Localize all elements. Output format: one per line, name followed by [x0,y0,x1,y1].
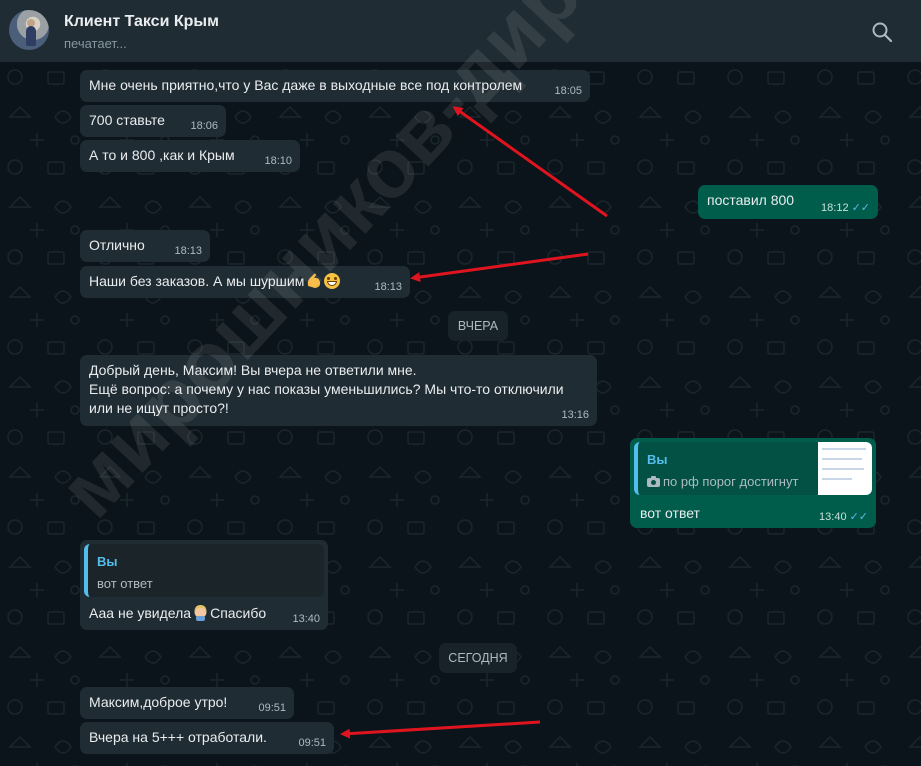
message-text: Мне очень приятно,что у Вас даже в выход… [89,77,523,93]
quoted-message[interactable]: Вы по рф порог достигнут [634,442,872,495]
message-text-line: Ещё вопрос: а почему у нас показы уменьш… [89,381,564,397]
date-separator: СЕГОДНЯ [439,643,517,673]
message-incoming[interactable]: Максим,доброе утро! 09:51 [80,687,294,719]
quote-text: по рф порог достигнут [647,472,798,491]
search-button[interactable] [868,18,896,46]
quoted-image-thumbnail [818,442,872,495]
search-icon [872,22,893,43]
message-time: 18:12 ✓✓ [821,202,870,214]
date-separator: ВЧЕРА [448,311,508,341]
flexed-biceps-icon [308,273,321,288]
message-time: 18:05 [554,85,582,97]
message-incoming[interactable]: Отлично 18:13 [80,230,210,262]
message-outgoing-reply[interactable]: Вы по рф порог достигнут вот ответ 13:40… [630,438,876,528]
message-text: А то и 800 ,как и Крым [89,147,235,163]
message-time: 18:10 [264,155,292,167]
message-incoming[interactable]: Мне очень приятно,что у Вас даже в выход… [80,70,590,102]
chat-header: Клиент Такси Крым печатает... [0,0,921,62]
woman-facepalming-icon [194,605,207,621]
message-incoming[interactable]: Вчера на 5+++ отработали. 09:51 [80,722,334,754]
message-time: 13:40 [292,613,320,625]
message-time: 18:06 [190,120,218,132]
message-incoming[interactable]: Наши без заказов. А мы шуршим 18:13 [80,266,410,298]
message-outgoing[interactable]: поставил 800 18:12 ✓✓ [698,185,878,219]
quote-author: Вы [647,452,668,467]
typing-status: печатает... [64,36,127,51]
message-time: 18:13 [174,245,202,257]
message-text: Спасибо [210,605,267,621]
message-time: 18:13 [374,281,402,293]
message-time: 13:40 ✓✓ [819,511,868,523]
quoted-message[interactable]: Вы вот ответ [84,544,324,597]
message-text-wrap: Ааа не увидела Спасибо [89,604,266,623]
message-incoming-reply[interactable]: Вы вот ответ Ааа не увидела Спасибо 13:40 [80,540,328,630]
message-text: Ааа не увидела [89,605,192,621]
message-incoming[interactable]: А то и 800 ,как и Крым 18:10 [80,140,300,172]
message-time-value: 13:40 [819,511,847,523]
message-time: 09:51 [298,737,326,749]
message-text: вот ответ [640,505,700,521]
message-text: Максим,доброе утро! [89,694,228,710]
message-time-value: 18:12 [821,202,849,214]
message-incoming[interactable]: Добрый день, Максим! Вы вчера не ответил… [80,355,597,426]
message-time: 13:16 [561,409,589,421]
contact-name[interactable]: Клиент Такси Крым [64,13,219,31]
message-text-wrap: Наши без заказов. А мы шуршим [89,272,401,291]
message-text-line: или не ищут просто?! [89,400,229,416]
double-check-icon: ✓✓ [849,511,868,523]
message-text: Наши без заказов. А мы шуршим [89,273,305,289]
quote-text-value: по рф порог достигнут [663,474,799,489]
grinning-face-icon [324,273,341,289]
quote-text: вот ответ [97,576,153,591]
double-check-icon: ✓✓ [851,202,870,214]
quote-author: Вы [97,554,118,569]
message-incoming[interactable]: 700 ставьте 18:06 [80,105,226,137]
avatar[interactable] [9,10,49,50]
message-time: 09:51 [258,702,286,714]
camera-icon [647,476,660,487]
message-text-line: Добрый день, Максим! Вы вчера не ответил… [89,362,417,378]
message-text: Вчера на 5+++ отработали. [89,729,267,745]
